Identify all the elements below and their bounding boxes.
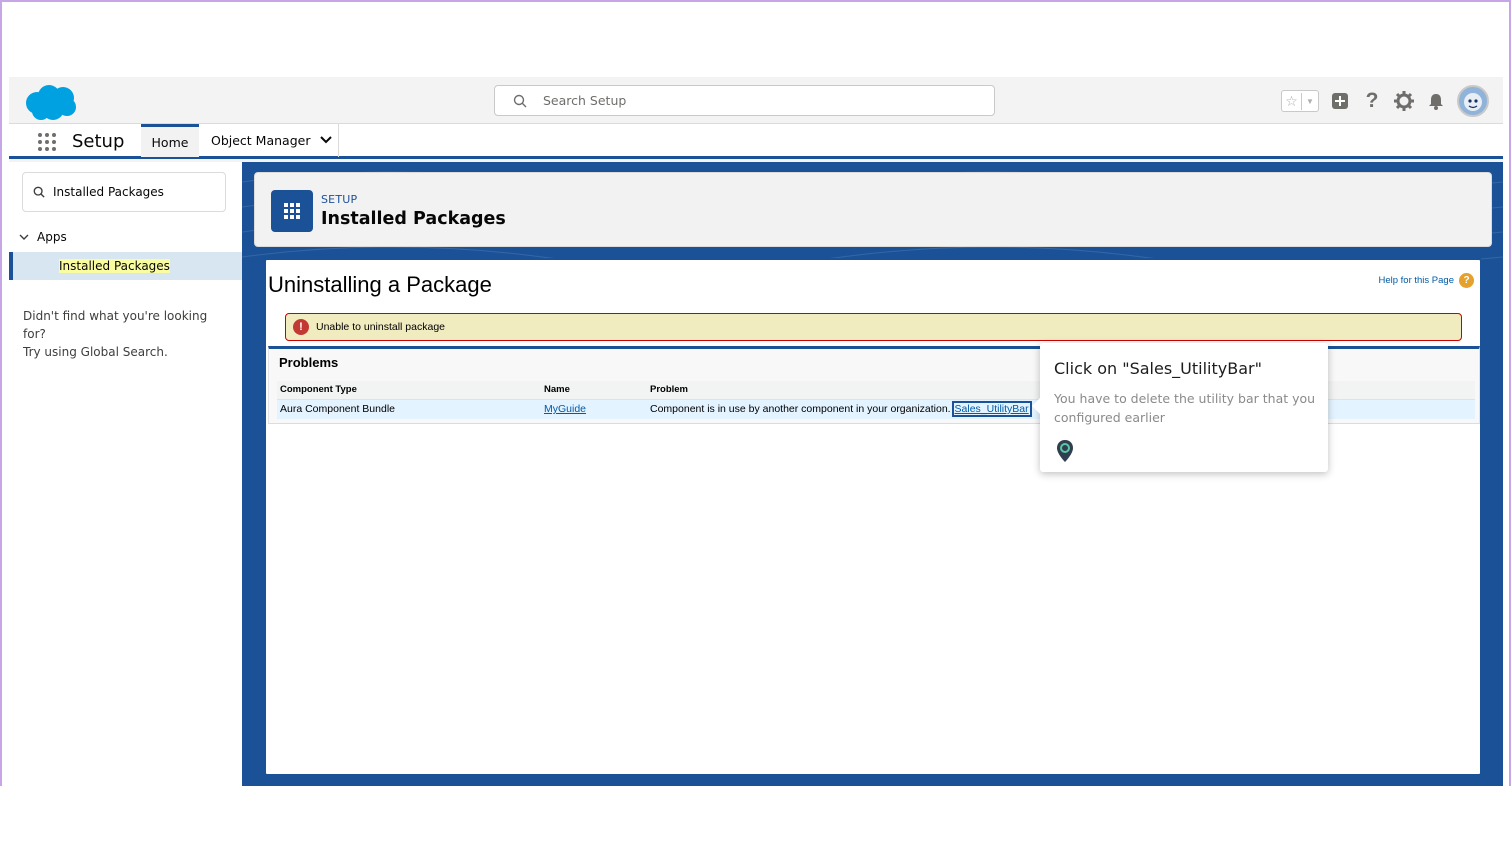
problems-heading: Problems <box>279 355 339 370</box>
help-link-label[interactable]: Help for this Page <box>1378 275 1454 286</box>
search-setup-input[interactable]: Search Setup <box>494 85 995 116</box>
column-header-name: Name <box>541 381 647 400</box>
search-icon <box>33 186 45 198</box>
app-launcher-icon[interactable] <box>37 132 57 152</box>
main-area: SETUP Installed Packages Uninstalling a … <box>242 162 1503 786</box>
notifications-bell-icon[interactable] <box>1425 90 1447 112</box>
quick-find-input[interactable]: Installed Packages <box>22 172 226 212</box>
tab-home-label: Home <box>151 134 189 150</box>
sidebar-item-installed-packages[interactable]: Installed Packages <box>9 252 242 280</box>
search-placeholder: Search Setup <box>543 93 627 108</box>
error-icon: ! <box>293 319 309 335</box>
sidebar-group-apps[interactable]: Apps <box>19 230 67 244</box>
tab-object-manager[interactable]: Object Manager <box>199 124 339 157</box>
cell-name: MyGuide <box>541 399 647 419</box>
chevron-down-icon[interactable] <box>320 134 333 147</box>
sidebar-help-line-2: Try using Global Search. <box>23 345 168 359</box>
help-icon[interactable]: ? <box>1361 89 1383 112</box>
context-bar: Setup Home Object Manager <box>9 124 1503 159</box>
setup-gear-icon[interactable] <box>1393 90 1415 112</box>
header-icons: ☆ ▼ ? <box>1281 85 1489 117</box>
page-eyebrow: SETUP <box>321 193 358 206</box>
tab-home[interactable]: Home <box>141 124 199 157</box>
sidebar-help-line-1: Didn't find what you're looking for? <box>23 309 208 341</box>
guide-pin-icon <box>1057 440 1073 462</box>
error-text: Unable to uninstall package <box>316 321 446 333</box>
favorites-caret-icon[interactable]: ▼ <box>1302 97 1318 106</box>
cell-component-type: Aura Component Bundle <box>277 399 541 419</box>
salesforce-logo-icon[interactable] <box>23 83 79 121</box>
content-title: Uninstalling a Package <box>268 272 492 297</box>
help-question-icon[interactable]: ? <box>1459 273 1474 288</box>
app-grid-icon <box>271 190 313 232</box>
app-name: Setup <box>72 131 125 152</box>
chevron-down-icon <box>19 234 29 240</box>
sidebar-item-label: Installed Packages <box>59 259 170 273</box>
search-icon <box>513 94 527 107</box>
global-header: Search Setup ☆ ▼ ? <box>9 77 1503 124</box>
sidebar-help-text: Didn't find what you're looking for? Try… <box>23 307 233 361</box>
guide-tooltip: Click on "Sales_UtilityBar" You have to … <box>1032 343 1328 472</box>
user-avatar[interactable] <box>1457 85 1489 117</box>
global-actions-icon[interactable] <box>1329 90 1351 112</box>
page-header: SETUP Installed Packages <box>254 172 1492 247</box>
sales-utilitybar-link[interactable]: Sales_UtilityBar <box>951 401 1032 418</box>
bottom-whitespace <box>0 786 1511 849</box>
favorites-star-icon[interactable]: ☆ <box>1282 92 1302 110</box>
sidebar-group-label: Apps <box>37 230 67 244</box>
uninstall-content-panel: Uninstalling a Package Help for this Pag… <box>264 258 1482 776</box>
quick-find-value: Installed Packages <box>53 185 164 199</box>
myguide-link[interactable]: MyGuide <box>544 403 586 415</box>
problem-text: Component is in use by another component… <box>650 403 951 416</box>
page-title: Installed Packages <box>321 209 506 229</box>
error-message: ! Unable to uninstall package <box>285 313 1462 341</box>
tooltip-body: You have to delete the utility bar that … <box>1054 391 1316 425</box>
tab-object-manager-label: Object Manager <box>211 133 311 148</box>
favorites-button[interactable]: ☆ ▼ <box>1281 90 1319 112</box>
setup-sidebar: Installed Packages Apps Installed Packag… <box>9 162 242 786</box>
column-header-component-type: Component Type <box>277 381 541 400</box>
help-for-page-link[interactable]: Help for this Page ? <box>1378 273 1474 288</box>
tooltip-title: Click on "Sales_UtilityBar" <box>1054 359 1262 378</box>
